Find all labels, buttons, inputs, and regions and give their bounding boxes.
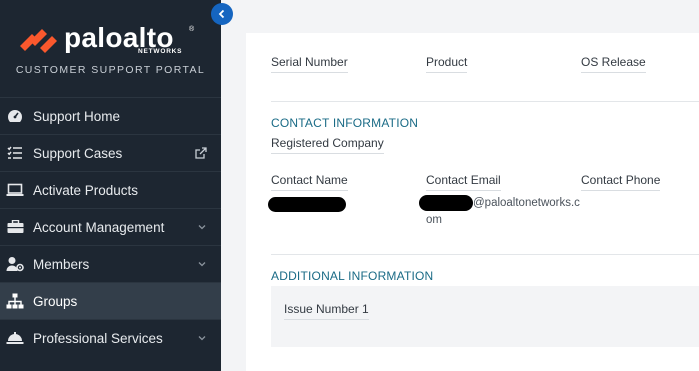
brand-header: paloalto ® NETWORKS CUSTOMER SUPPORT POR… (0, 0, 221, 96)
sidebar-item-label: Support Home (33, 108, 121, 124)
sidebar-item-label: Professional Services (33, 330, 163, 346)
sidebar-item-label: Support Cases (33, 145, 123, 161)
chevron-left-icon (218, 9, 225, 19)
laptop-icon (5, 181, 25, 199)
registered-company-label: Registered Company (271, 136, 384, 154)
external-link-icon (195, 147, 207, 159)
sidebar-item-activate-products[interactable]: Activate Products (0, 171, 221, 208)
issue-number-label: Issue Number 1 (284, 302, 369, 320)
section-divider (271, 254, 699, 255)
briefcase-icon (5, 218, 25, 236)
contact-email-label: Contact Email (426, 173, 501, 191)
sidebar-item-members[interactable]: Members (0, 245, 221, 282)
user-gear-icon (5, 255, 25, 273)
paloalto-logo-icon (20, 29, 57, 53)
chevron-down-icon (198, 225, 206, 230)
additional-information-title: ADDITIONAL INFORMATION (271, 269, 434, 283)
collapse-sidebar-button[interactable] (211, 3, 233, 25)
sidebar-nav: Support Home Support Cases Activate Prod… (0, 97, 221, 356)
section-divider (271, 101, 699, 102)
redacted-contact-name (268, 197, 346, 212)
dashboard-icon (5, 107, 25, 125)
contact-name-label: Contact Name (271, 173, 348, 191)
contact-information-title: CONTACT INFORMATION (271, 116, 419, 130)
sidebar-item-support-home[interactable]: Support Home (0, 97, 221, 134)
sidebar: paloalto ® NETWORKS CUSTOMER SUPPORT POR… (0, 0, 221, 371)
logo-subtitle: NETWORKS (138, 48, 183, 55)
chevron-down-icon (198, 336, 206, 341)
redacted-email-user (419, 195, 473, 211)
top-bar (221, 0, 699, 26)
sidebar-item-label: Members (33, 256, 90, 272)
serial-number-label: Serial Number (271, 55, 348, 73)
sidebar-item-groups[interactable]: Groups (0, 282, 221, 319)
product-label: Product (426, 55, 468, 73)
chevron-down-icon (198, 262, 206, 267)
contact-email-value: @paloaltonetworks.c (473, 197, 580, 209)
sidebar-item-professional-services[interactable]: Professional Services (0, 319, 221, 356)
portal-title: CUSTOMER SUPPORT PORTAL (15, 64, 206, 76)
logo-registered-mark: ® (189, 26, 195, 33)
sitemap-icon (5, 292, 25, 310)
contact-phone-label: Contact Phone (581, 173, 661, 191)
sidebar-item-support-cases[interactable]: Support Cases (0, 134, 221, 171)
sidebar-item-label: Activate Products (33, 182, 139, 198)
sidebar-item-account-management[interactable]: Account Management (0, 208, 221, 245)
sidebar-item-label: Account Management (33, 219, 165, 235)
contact-email-value-wrap: om (426, 214, 442, 226)
list-icon (5, 144, 25, 162)
bell-service-icon (5, 329, 25, 347)
os-release-label: OS Release (581, 55, 646, 73)
sidebar-item-label: Groups (33, 293, 78, 309)
